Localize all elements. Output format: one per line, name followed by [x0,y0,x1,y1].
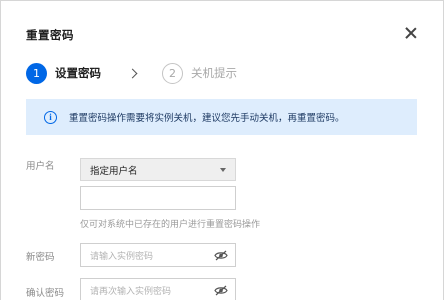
eye-off-icon[interactable] [214,250,228,261]
username-select-value: 指定用户名 [90,165,138,177]
step-1-number: 1 [26,62,47,84]
step-2-number: 2 [162,62,183,84]
username-hint: 仅可对系统中已存在的用户进行重置密码操作 [80,220,261,230]
info-icon: i [44,110,57,124]
caret-down-icon [220,168,226,172]
new-password-field[interactable]: 请输入实例密码 [80,243,236,267]
close-icon[interactable] [404,26,418,40]
step-1-label: 设置密码 [55,66,101,80]
new-password-label: 新密码 [26,252,55,263]
dialog: 重置密码 1 设置密码 2 关机提示 i 重置密码操作需要将实例关机，建议您先手… [0,0,444,300]
confirm-password-label: 确认密码 [26,288,65,299]
confirm-password-field[interactable]: 请再次输入实例密码 [80,278,236,300]
eye-off-icon[interactable] [214,285,228,296]
username-input[interactable] [80,186,236,210]
new-password-placeholder: 请输入实例密码 [90,251,154,262]
notice-text: 重置密码操作需要将实例关机，建议您先手动关机，再重置密码。 [69,113,345,124]
username-select[interactable]: 指定用户名 [80,158,236,181]
dialog-title: 重置密码 [26,28,74,42]
steps-indicator: 1 设置密码 2 关机提示 [26,61,237,85]
notice-banner: i 重置密码操作需要将实例关机，建议您先手动关机，再重置密码。 [26,99,417,135]
confirm-password-placeholder: 请再次输入实例密码 [90,286,172,297]
step-2-label: 关机提示 [191,66,237,80]
username-label: 用户名 [26,161,55,172]
chevron-right-icon [127,68,138,78]
